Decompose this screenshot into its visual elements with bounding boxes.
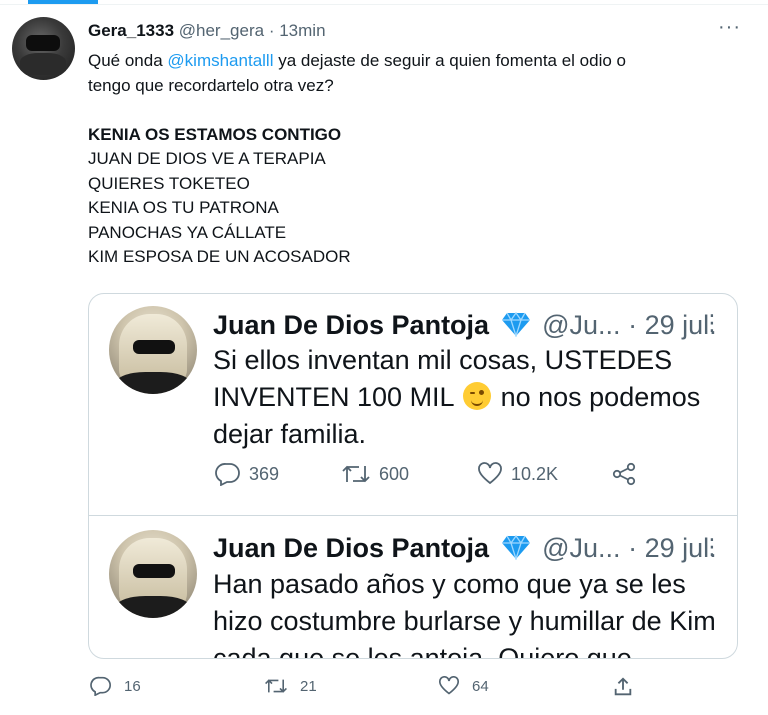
avatar[interactable] xyxy=(12,17,75,80)
like-icon[interactable] xyxy=(438,676,460,696)
quoted-author-name: Juan De Dios Pantoja xyxy=(213,533,490,563)
mention-link[interactable]: @kimshantalll xyxy=(167,51,273,70)
quoted-actions: 369 600 10.2K xyxy=(215,462,735,492)
tweet-text: Qué onda @kimshantalll ya dejaste de seg… xyxy=(88,49,728,270)
tweet-line: KIM ESPOSA DE UN ACOSADOR xyxy=(88,247,351,266)
like-count: 10.2K xyxy=(511,463,559,484)
tweet-line: QUIERES TOKETEO xyxy=(88,173,250,193)
more-icon: ⋮ xyxy=(701,534,723,559)
quoted-share xyxy=(611,462,637,486)
quoted-like: 10.2K xyxy=(477,462,558,486)
reply-icon[interactable] xyxy=(90,676,112,696)
share-icon[interactable] xyxy=(612,676,634,698)
reply-count: 369 xyxy=(249,463,280,484)
quoted-line: dejar familia. xyxy=(213,419,367,449)
tweet-line: KENIA OS ESTAMOS CONTIGO xyxy=(88,124,342,144)
text-prefix: Qué onda xyxy=(88,51,168,70)
quoted-reply: 369 xyxy=(215,462,279,486)
quoted-text: Han pasado años y como que ya se les hiz… xyxy=(213,566,733,659)
tweet-line: PANOCHAS YA CÁLLATE xyxy=(88,222,287,242)
avatar-detail xyxy=(115,372,191,394)
like-button[interactable]: 64 xyxy=(438,676,489,696)
separator: · xyxy=(268,21,275,40)
tweet-line: tengo que recordartelo otra vez? xyxy=(88,75,334,95)
quoted-line: cada que se les antoja. Quiero que xyxy=(213,643,632,659)
quoted-retweet: 600 xyxy=(341,462,409,486)
quoted-text: Si ellos inventan mil cosas, USTEDES INV… xyxy=(213,342,733,453)
reply-count: 16 xyxy=(124,677,141,695)
winking-face-emoji xyxy=(463,382,492,410)
quoted-line: Si ellos inventan mil cosas, USTEDES xyxy=(213,345,673,375)
quoted-avatar xyxy=(109,530,197,618)
retweet-count: 600 xyxy=(379,463,410,484)
like-icon xyxy=(477,462,503,486)
divider xyxy=(0,4,768,5)
text-suffix: ya dejaste de seguir a quien fomenta el … xyxy=(273,51,627,70)
tweet-line: JUAN DE DIOS VE A TERAPIA xyxy=(88,149,326,168)
avatar-detail xyxy=(26,35,60,51)
verified-icon xyxy=(501,534,531,567)
retweet-icon[interactable] xyxy=(264,676,288,696)
avatar-detail xyxy=(133,564,175,578)
retweet-count: 21 xyxy=(300,677,317,695)
quoted-header: Juan De Dios Pantoja @Ju... · 29 jul. xyxy=(213,532,717,567)
author-handle[interactable]: @her_gera xyxy=(179,21,264,40)
separator: · xyxy=(628,533,638,563)
avatar-detail xyxy=(115,596,191,618)
quoted-line: INVENTEN 100 MIL no nos podemos xyxy=(213,379,733,416)
reply-icon xyxy=(215,462,241,486)
quoted-header: Juan De Dios Pantoja @Ju... · 29 jul. xyxy=(213,309,717,344)
more-icon: ⋮ xyxy=(701,310,723,335)
avatar-detail xyxy=(133,340,175,354)
quoted-line-part: no nos podemos xyxy=(493,382,701,412)
quoted-author-name: Juan De Dios Pantoja xyxy=(213,310,490,340)
quoted-handle: @Ju... xyxy=(542,310,621,340)
timestamp[interactable]: 13min xyxy=(279,21,325,40)
tweet-header: Gera_1333 @her_gera · 13min xyxy=(88,20,326,42)
quoted-line: hizo costumbre burlarse y humillar de Ki… xyxy=(213,606,716,636)
quoted-avatar xyxy=(109,306,197,394)
retweet-button[interactable]: 21 xyxy=(264,676,317,696)
author-name[interactable]: Gera_1333 xyxy=(88,21,174,40)
tweet-line: KENIA OS TU PATRONA xyxy=(88,198,279,217)
embedded-image[interactable]: Juan De Dios Pantoja @Ju... · 29 jul. ⋮ … xyxy=(88,293,738,659)
quoted-line: Han pasado años y como que ya se les xyxy=(213,569,686,599)
tweet-actions: 16 21 64 xyxy=(88,676,648,702)
like-count: 64 xyxy=(472,677,489,695)
share-icon xyxy=(611,462,637,486)
separator: · xyxy=(628,310,638,340)
reply-button[interactable]: 16 xyxy=(90,676,141,696)
quoted-handle: @Ju... xyxy=(542,533,621,563)
verified-icon xyxy=(501,311,531,344)
more-icon[interactable]: ··· xyxy=(718,16,741,39)
divider xyxy=(89,515,737,516)
tweet-line: Qué onda @kimshantalll ya dejaste de seg… xyxy=(88,49,728,74)
quoted-line-part: INVENTEN 100 MIL xyxy=(213,382,454,412)
avatar-detail xyxy=(20,53,66,75)
share-button[interactable] xyxy=(612,676,634,698)
retweet-icon xyxy=(341,462,371,486)
